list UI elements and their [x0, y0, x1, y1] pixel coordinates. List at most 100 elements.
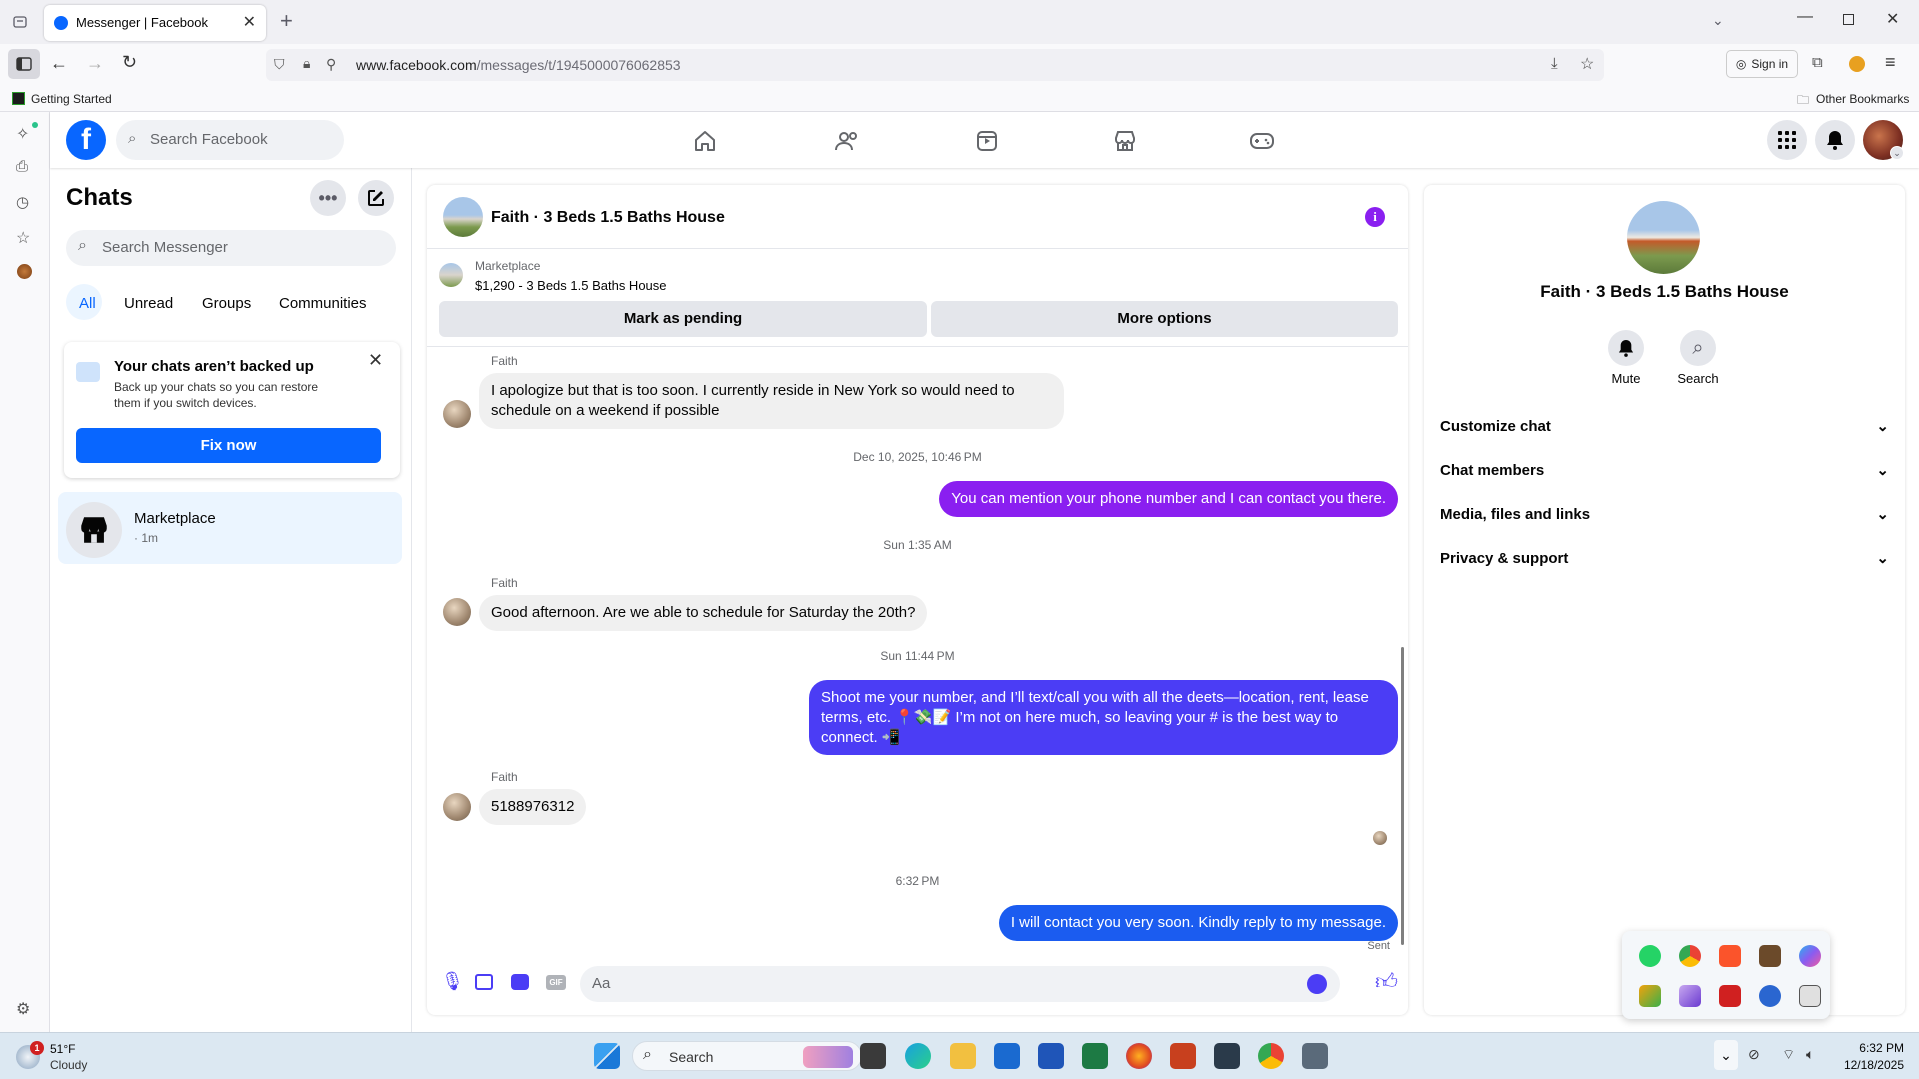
banner-close-icon[interactable]: ✕ [368, 350, 383, 371]
shield-icon[interactable]: ⛉ [274, 56, 285, 73]
mark-as-pending-button[interactable]: Mark as pending [439, 301, 927, 337]
file-explorer-icon[interactable] [950, 1043, 976, 1069]
bookmark-other-bookmarks[interactable]: Other Bookmarks [1816, 92, 1909, 106]
message-outgoing[interactable]: Shoot me your number, and I’ll text/call… [809, 680, 1398, 755]
mute-label[interactable]: Mute [1594, 371, 1658, 386]
listing-thumbnail[interactable] [439, 263, 463, 287]
sender-avatar[interactable] [443, 400, 471, 428]
clock-time[interactable]: 6:32 PM [1834, 1041, 1904, 1055]
app-icon[interactable] [1214, 1043, 1240, 1069]
excel-icon[interactable] [1082, 1043, 1108, 1069]
message-scrollbar[interactable] [1401, 647, 1404, 945]
listing-title[interactable]: $1,290 - 3 Beds 1.5 Baths House [475, 278, 667, 293]
info-search-icon[interactable]: ⌕ [1680, 330, 1716, 366]
whatsapp-icon[interactable] [1639, 945, 1661, 967]
calculator-icon[interactable] [1302, 1043, 1328, 1069]
nav-marketplace-icon[interactable] [1110, 128, 1140, 154]
window-close-icon[interactable]: ✕ [1886, 9, 1899, 29]
clock-date[interactable]: 12/18/2025 [1834, 1058, 1904, 1072]
mute-bell-icon[interactable] [1608, 330, 1644, 366]
section-chat-members[interactable]: Chat members ⌄ [1440, 452, 1889, 488]
permissions-icon[interactable]: ⚲ [326, 56, 336, 73]
sign-in-button[interactable]: ◎ Sign in [1726, 50, 1798, 78]
gif-icon[interactable]: GIF [546, 975, 566, 990]
chat-options-more-icon[interactable]: ••• [310, 180, 346, 216]
chrome-icon[interactable] [1679, 945, 1701, 967]
word-icon[interactable] [1038, 1043, 1064, 1069]
conversation-info-icon[interactable]: i [1365, 207, 1385, 227]
conversation-avatar[interactable] [443, 197, 483, 237]
pdf-icon[interactable] [1719, 985, 1741, 1007]
account-chevron-icon[interactable]: ⌄ [1890, 146, 1904, 160]
nav-gaming-icon[interactable] [1247, 128, 1277, 154]
filter-groups[interactable]: Groups [202, 295, 251, 312]
menu-icon[interactable]: ≡ [1885, 52, 1896, 73]
filter-unread[interactable]: Unread [124, 295, 173, 312]
volume-icon[interactable]: 🔈︎ [1806, 1046, 1814, 1063]
facebook-search-input[interactable]: ⌕ Search Facebook [116, 120, 344, 160]
copilot-icon[interactable] [1799, 945, 1821, 967]
more-options-button[interactable]: More options [931, 301, 1398, 337]
usb-device-icon[interactable] [1799, 985, 1821, 1007]
weather-temp[interactable]: 51°F [50, 1042, 75, 1056]
reload-icon[interactable]: ↻ [122, 52, 137, 73]
extension-badge-icon[interactable] [1849, 56, 1865, 72]
nav-friends-icon[interactable] [832, 128, 862, 154]
section-privacy-support[interactable]: Privacy & support ⌄ [1440, 540, 1889, 576]
message-incoming[interactable]: 5188976312 [479, 789, 587, 825]
restore-icon[interactable] [1843, 14, 1854, 25]
filter-all[interactable]: All [79, 295, 96, 312]
save-page-icon[interactable]: ⤓ [1551, 55, 1558, 72]
message-input[interactable]: Aa [580, 966, 1340, 1002]
network-off-icon[interactable]: ⊘ [1748, 1046, 1760, 1063]
history-icon[interactable]: ◷ [16, 193, 29, 211]
sender-avatar[interactable] [443, 598, 471, 626]
edge-icon[interactable] [905, 1043, 931, 1069]
chrome-taskbar-icon[interactable] [1258, 1043, 1284, 1069]
security-shield-icon[interactable] [1759, 985, 1781, 1007]
settings-gear-icon[interactable]: ⚙ [16, 999, 30, 1019]
store-icon[interactable] [994, 1043, 1020, 1069]
tray-app-icon[interactable] [1759, 945, 1781, 967]
tab-close-icon[interactable]: ✕ [243, 12, 256, 32]
message-outgoing[interactable]: I will contact you very soon. Kindly rep… [998, 905, 1398, 941]
extensions-icon[interactable]: ⧉ [1812, 54, 1823, 71]
url-text[interactable]: www.facebook.com/messages/t/194500007606… [356, 57, 681, 73]
back-icon[interactable]: ← [50, 53, 68, 74]
cookie-extension-icon[interactable] [17, 264, 32, 279]
wifi-icon[interactable]: ⌔ [1782, 1046, 1795, 1064]
tab-list-icon[interactable] [8, 10, 32, 34]
task-view-icon[interactable] [860, 1043, 886, 1069]
forward-icon[interactable]: → [86, 53, 104, 74]
photo-icon[interactable] [475, 974, 493, 990]
new-tab-icon[interactable]: + [280, 8, 293, 34]
pen-icon[interactable] [1679, 985, 1701, 1007]
messenger-search-input[interactable]: ⌕ Search Messenger [66, 230, 396, 266]
tab-messenger[interactable]: Messenger | Facebook ✕ [44, 5, 266, 41]
conversation-title[interactable]: Faith · 3 Beds 1.5 Baths House [491, 209, 725, 227]
sender-avatar[interactable] [443, 793, 471, 821]
notifications-bell-icon[interactable] [1815, 120, 1855, 160]
bookmarks-icon[interactable]: ☆ [16, 228, 30, 248]
like-thumb-icon[interactable]: 👍︎ [1375, 968, 1398, 995]
brave-icon[interactable] [1719, 945, 1741, 967]
minimize-icon[interactable]: — [1797, 8, 1813, 26]
message-outgoing[interactable]: You can mention your phone number and I … [939, 481, 1398, 517]
weather-desc[interactable]: Cloudy [50, 1058, 87, 1072]
fix-now-button[interactable]: Fix now [76, 428, 381, 463]
search-label[interactable]: Search [1666, 371, 1730, 386]
new-message-compose-icon[interactable] [358, 180, 394, 216]
menu-grid-icon[interactable] [1767, 120, 1807, 160]
sticker-icon[interactable] [511, 974, 529, 990]
tray-overflow-chevron-icon[interactable]: ⌄ [1714, 1040, 1738, 1070]
emoji-icon[interactable] [1307, 974, 1327, 994]
section-media-files-links[interactable]: Media, files and links ⌄ [1440, 496, 1889, 532]
url-bar[interactable]: ⛉ 🔒︎ ⚲ www.facebook.com/messages/t/19450… [266, 49, 1604, 81]
taskbar-search[interactable]: ⌕ Search [632, 1041, 862, 1071]
ai-sparkle-icon[interactable]: ✧ [16, 124, 29, 144]
microphone-icon[interactable]: 🎙︎ [441, 971, 464, 992]
message-incoming[interactable]: I apologize but that is too soon. I curr… [479, 373, 1064, 429]
nav-video-icon[interactable] [972, 128, 1002, 154]
bookmark-getting-started[interactable]: Getting Started [31, 92, 112, 106]
facebook-logo-icon[interactable]: f [66, 120, 106, 160]
